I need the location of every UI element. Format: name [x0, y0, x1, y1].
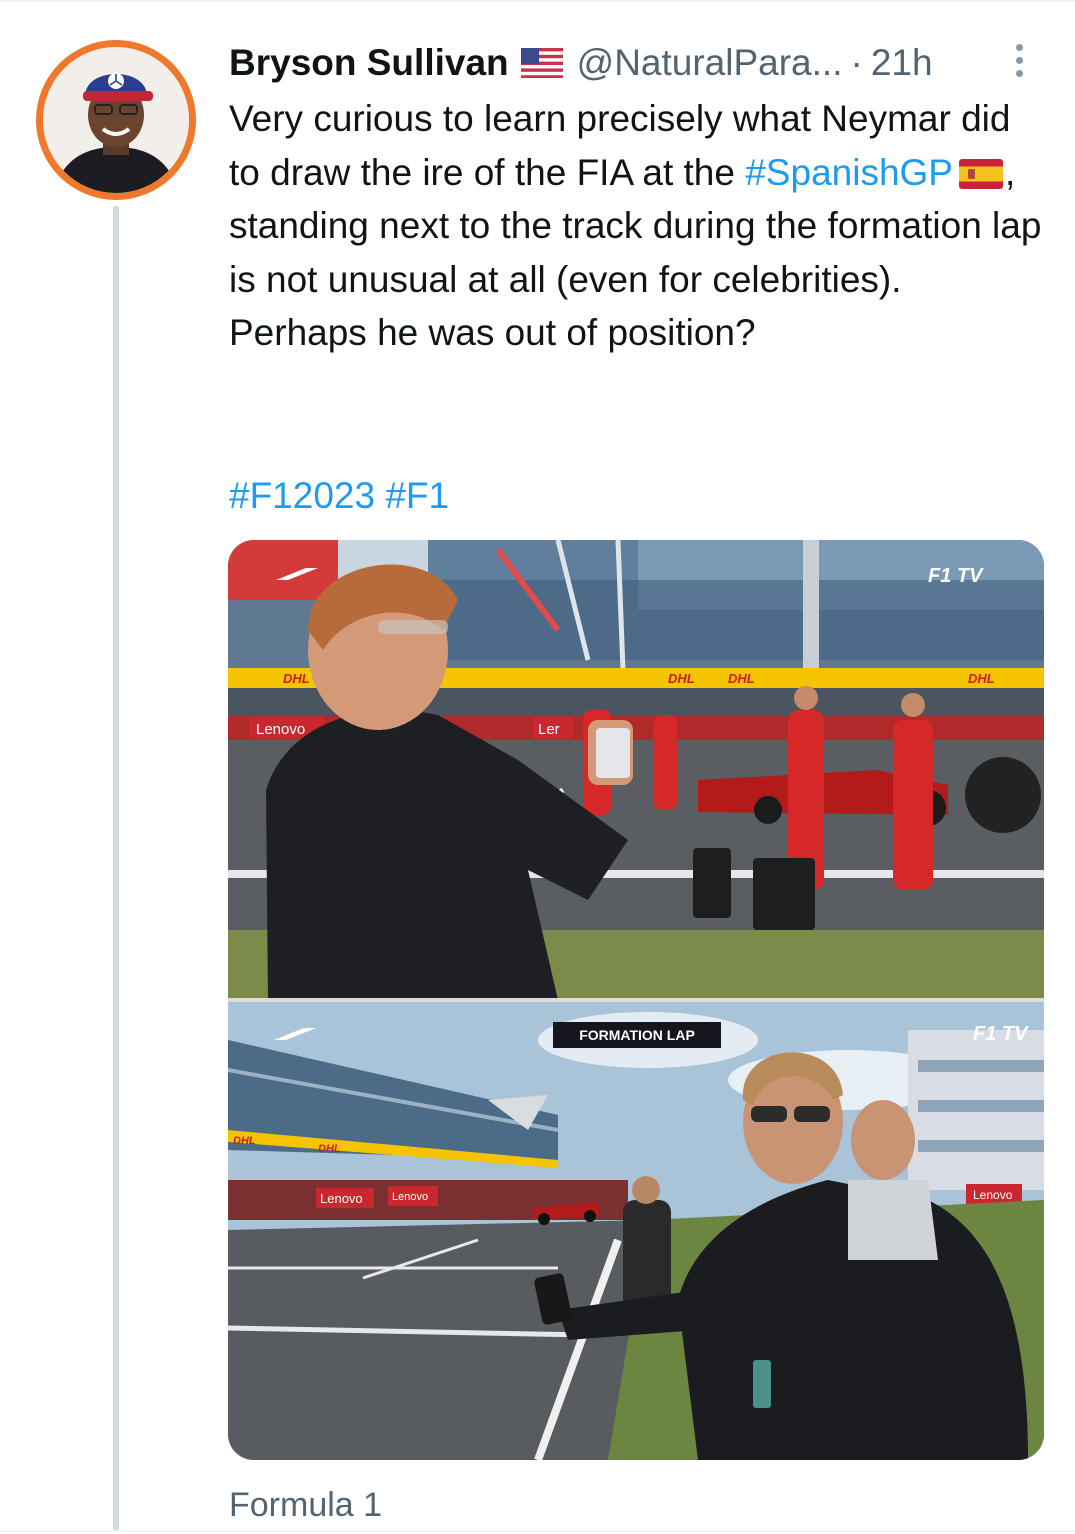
author-display-name[interactable]: Bryson Sullivan: [229, 38, 509, 88]
tweet-timestamp[interactable]: 21h: [871, 38, 933, 88]
top-divider: [0, 0, 1075, 2]
top-dhl-1: DHL: [283, 671, 310, 686]
header-separator: ·: [850, 42, 863, 83]
hashtag-line: #F12023 #F1: [229, 470, 449, 522]
bottom-lenovo-3: Lenovo: [973, 1188, 1013, 1202]
hashtag-f12023-link[interactable]: #F12023: [229, 475, 375, 516]
formation-lap-caption: FORMATION LAP: [579, 1027, 695, 1043]
spain-flag-icon: [958, 158, 1003, 189]
bottom-panel-photo: DHL DHL Lenovo Lenovo Lenovo F1 TV FORMA…: [228, 1002, 1044, 1460]
top-dhl-2: DHL: [668, 671, 695, 686]
bottom-lenovo-2: Lenovo: [392, 1191, 428, 1203]
hashtag-spanishgp-link[interactable]: #SpanishGP: [745, 152, 953, 193]
bottom-lenovo-1: Lenovo: [320, 1191, 363, 1206]
top-dhl-3: DHL: [728, 671, 755, 686]
bottom-dhl-1: DHL: [233, 1135, 256, 1147]
more-options-icon[interactable]: [1004, 38, 1034, 82]
thread-line: [113, 206, 119, 1530]
top-panel-photo: DHL DHL DHL DHL Lenovo Ler F1 TV: [228, 540, 1044, 1000]
author-handle[interactable]: @NaturalPara...: [577, 38, 843, 88]
bottom-f1tv-logo: F1 TV: [973, 1023, 1029, 1045]
tweet-body: Very curious to learn precisely what Ney…: [229, 92, 1049, 360]
bottom-dhl-2: DHL: [318, 1143, 341, 1155]
us-flag-icon: [520, 48, 563, 78]
avatar[interactable]: [43, 47, 189, 193]
top-f1tv-logo: F1 TV: [928, 565, 984, 587]
hashtag-f1-link[interactable]: #F1: [385, 475, 449, 516]
media-source-label[interactable]: Formula 1: [229, 1482, 382, 1528]
top-dhl-4: DHL: [968, 671, 995, 686]
bottom-divider: [0, 1530, 1075, 1532]
top-ler-banner: Ler: [538, 721, 560, 738]
tweet-header: Bryson Sullivan @NaturalPara... · 21h: [229, 38, 1049, 88]
top-lenovo-banner: Lenovo: [256, 721, 305, 738]
tweet-media-image[interactable]: DHL DHL DHL DHL Lenovo Ler F1 TV DHL DHL…: [228, 540, 1044, 1460]
